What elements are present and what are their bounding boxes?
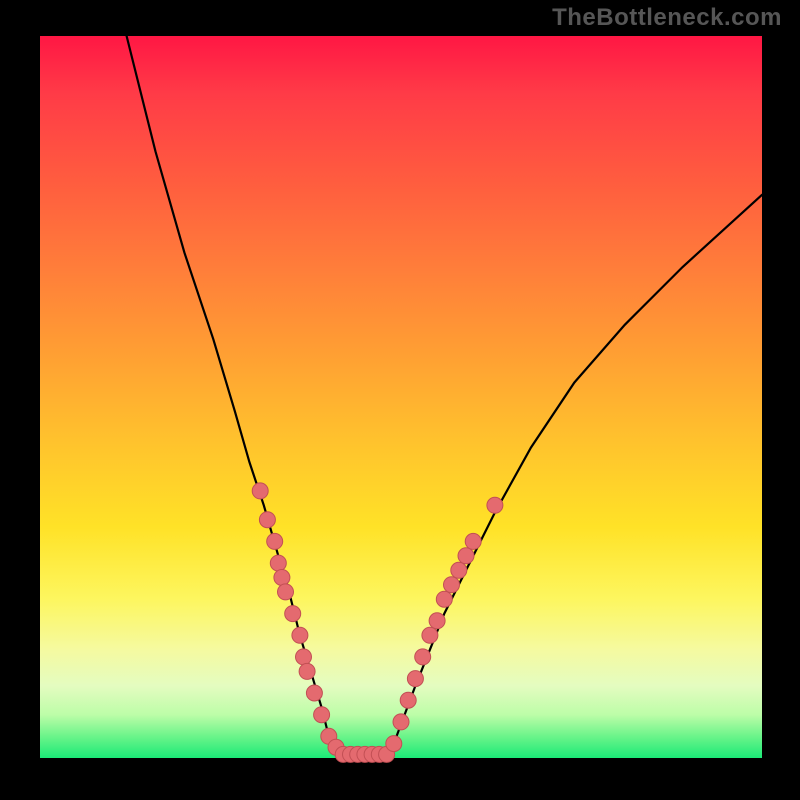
marker-dot [487, 497, 503, 513]
marker-dot [444, 577, 460, 593]
marker-dot [306, 685, 322, 701]
marker-dot [458, 548, 474, 564]
marker-dot [407, 671, 423, 687]
marker-dot [259, 512, 275, 528]
curve-right-branch [387, 195, 762, 758]
marker-dot [296, 649, 312, 665]
marker-dot [436, 591, 452, 607]
marker-dot [267, 533, 283, 549]
marker-dot [415, 649, 431, 665]
curve-svg [40, 36, 762, 758]
marker-dot [400, 692, 416, 708]
marker-group [252, 483, 503, 763]
marker-dot [393, 714, 409, 730]
marker-dot [278, 584, 294, 600]
marker-dot [292, 627, 308, 643]
chart-frame: TheBottleneck.com [0, 0, 800, 800]
marker-dot [429, 613, 445, 629]
marker-dot [299, 663, 315, 679]
marker-dot [314, 707, 330, 723]
curve-left-branch [127, 36, 344, 758]
marker-dot [465, 533, 481, 549]
plot-area [40, 36, 762, 758]
marker-dot [422, 627, 438, 643]
marker-dot [270, 555, 286, 571]
marker-dot [285, 606, 301, 622]
marker-dot [451, 562, 467, 578]
marker-dot [274, 570, 290, 586]
marker-dot [252, 483, 268, 499]
marker-dot [386, 736, 402, 752]
watermark-text: TheBottleneck.com [552, 4, 782, 32]
